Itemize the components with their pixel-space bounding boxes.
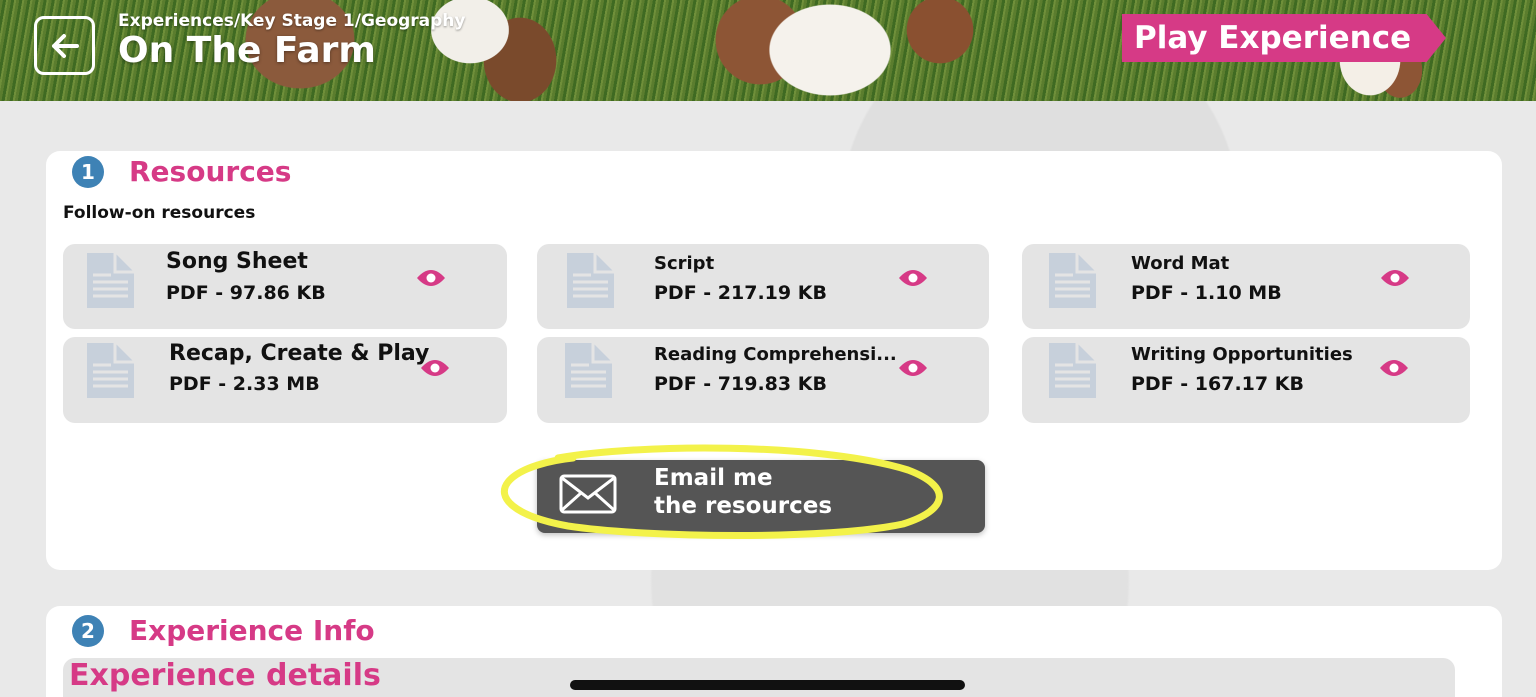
- resources-header: 1 Resources: [72, 155, 291, 188]
- resource-word-mat[interactable]: Word Mat PDF - 1.10 MB: [1022, 244, 1470, 329]
- view-eye-icon[interactable]: [420, 358, 450, 378]
- view-eye-icon[interactable]: [416, 268, 446, 288]
- resource-meta: PDF - 217.19 KB: [654, 282, 827, 304]
- document-icon: [1049, 343, 1096, 398]
- resource-name: Song Sheet: [166, 249, 308, 274]
- resource-recap-create-play[interactable]: Recap, Create & Play PDF - 2.33 MB: [63, 337, 507, 423]
- experience-info-title: Experience Info: [129, 614, 375, 647]
- breadcrumb: Experiences/Key Stage 1/Geography: [118, 11, 466, 31]
- resources-card: 1 Resources Follow-on resources Song She…: [46, 151, 1502, 570]
- resource-name: Recap, Create & Play: [169, 341, 430, 366]
- arrow-left-icon: [51, 33, 79, 58]
- resource-name: Writing Opportunities: [1131, 344, 1353, 365]
- back-button[interactable]: [34, 16, 95, 75]
- experience-details-title: Experience details: [69, 658, 381, 693]
- section-number-badge: 1: [72, 155, 104, 188]
- experience-info-header: 2 Experience Info: [72, 614, 375, 647]
- resource-name: Reading Comprehensi...: [654, 344, 897, 365]
- follow-on-subheading: Follow-on resources: [63, 203, 256, 223]
- view-eye-icon[interactable]: [1380, 268, 1410, 288]
- email-resources-button[interactable]: Email me the resources: [537, 460, 985, 533]
- resources-title: Resources: [129, 155, 292, 188]
- resource-meta: PDF - 2.33 MB: [169, 373, 320, 395]
- resource-reading-comprehension[interactable]: Reading Comprehensi... PDF - 719.83 KB: [537, 337, 989, 423]
- view-eye-icon[interactable]: [898, 268, 928, 288]
- document-icon: [567, 253, 614, 308]
- page-title: On The Farm: [118, 30, 376, 71]
- view-eye-icon[interactable]: [1379, 358, 1409, 378]
- header-banner: Experiences/Key Stage 1/Geography On The…: [0, 0, 1536, 101]
- resource-writing-opportunities[interactable]: Writing Opportunities PDF - 167.17 KB: [1022, 337, 1470, 423]
- resource-script[interactable]: Script PDF - 217.19 KB: [537, 244, 989, 329]
- resource-meta: PDF - 1.10 MB: [1131, 282, 1282, 304]
- play-experience-button[interactable]: Play Experience: [1122, 14, 1446, 62]
- resource-song-sheet[interactable]: Song Sheet PDF - 97.86 KB: [63, 244, 507, 329]
- document-icon: [87, 253, 134, 308]
- envelope-icon: [559, 474, 617, 514]
- home-indicator[interactable]: [570, 680, 965, 690]
- view-eye-icon[interactable]: [898, 358, 928, 378]
- document-icon: [565, 343, 612, 398]
- resource-name: Word Mat: [1131, 253, 1230, 274]
- resource-meta: PDF - 97.86 KB: [166, 282, 326, 304]
- resource-meta: PDF - 167.17 KB: [1131, 373, 1304, 395]
- email-button-label: Email me the resources: [654, 465, 833, 519]
- resource-meta: PDF - 719.83 KB: [654, 373, 827, 395]
- experience-details-panel[interactable]: Experience details: [63, 658, 1455, 697]
- document-icon: [1049, 253, 1096, 308]
- document-icon: [87, 343, 134, 398]
- resource-name: Script: [654, 253, 715, 274]
- section-number-badge: 2: [72, 614, 104, 647]
